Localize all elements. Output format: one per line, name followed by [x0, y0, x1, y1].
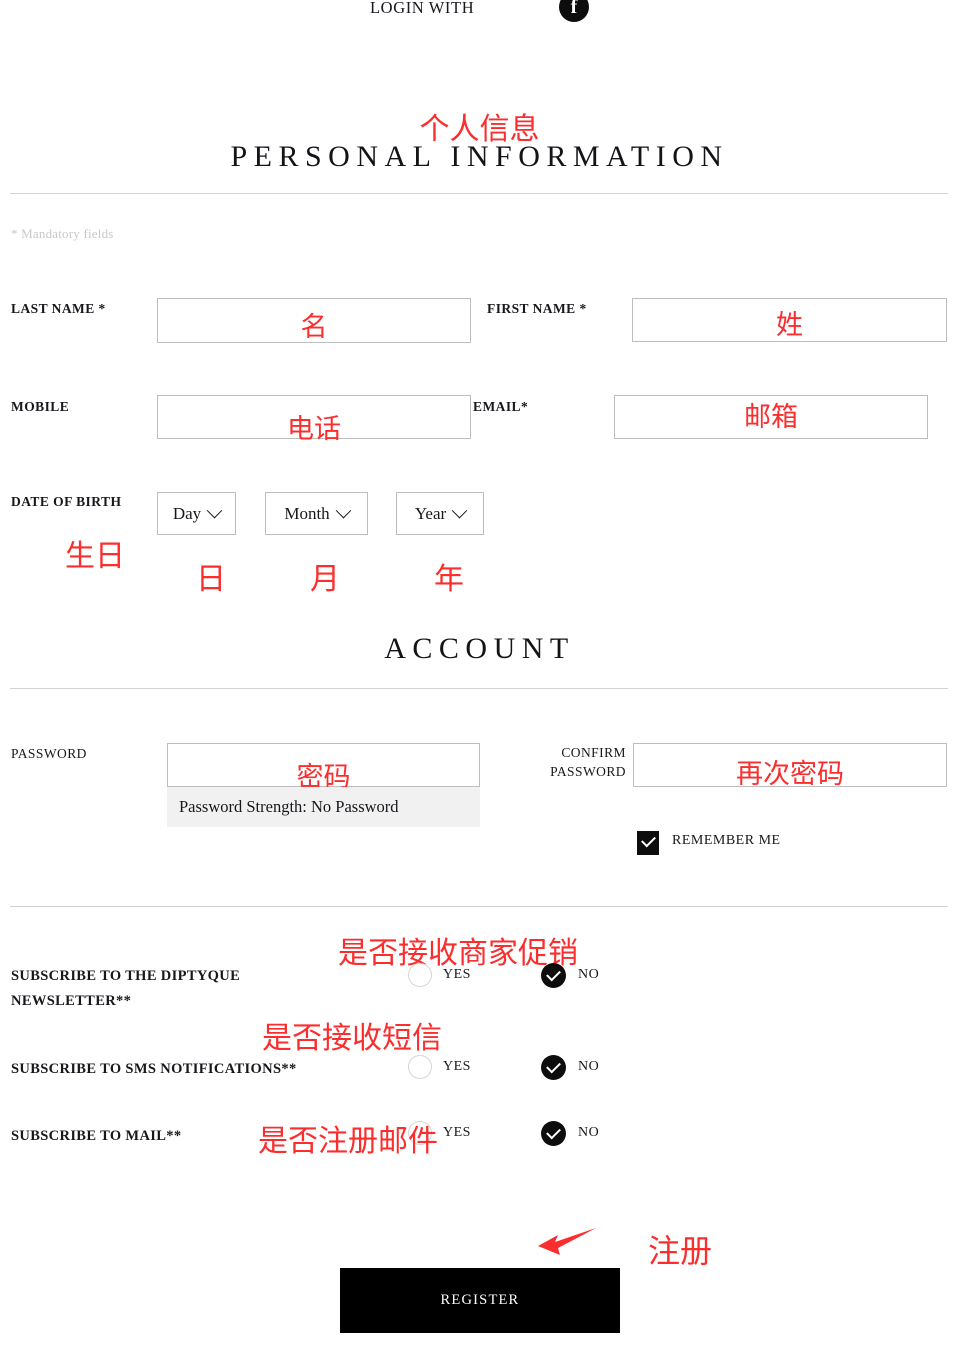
annotation-date-of-birth: 生日 — [65, 531, 125, 575]
mail-yes-label: YES — [443, 1125, 471, 1141]
login-with-row: LOGIN WITH f — [0, 0, 959, 30]
mail-no-radio[interactable] — [541, 1121, 566, 1146]
remember-me-label: REMEMBER ME — [672, 833, 781, 849]
checkmark-icon — [546, 1059, 561, 1074]
annotation-day: 日 — [196, 554, 226, 598]
facebook-glyph: f — [559, 0, 589, 20]
email-label: EMAIL* — [473, 399, 528, 415]
mandatory-fields-note: * Mandatory fields — [11, 226, 114, 242]
mobile-label: MOBILE — [11, 399, 69, 415]
annotation-year: 年 — [434, 554, 464, 598]
divider-subscriptions — [10, 906, 948, 907]
first-name-input[interactable] — [632, 298, 947, 342]
divider-personal — [10, 193, 948, 194]
confirm-password-label: CONFIRM PASSWORD — [520, 743, 626, 781]
mail-no-label: NO — [578, 1125, 599, 1141]
day-select-value: Day — [173, 504, 201, 524]
chevron-down-icon — [452, 503, 468, 519]
last-name-label: LAST NAME * — [11, 301, 106, 317]
mobile-input[interactable] — [157, 395, 471, 439]
year-select[interactable]: Year — [396, 492, 484, 535]
first-name-label: FIRST NAME * — [487, 301, 587, 317]
confirm-password-input[interactable] — [633, 743, 947, 787]
annotation-month: 月 — [310, 554, 340, 598]
password-input[interactable] — [167, 743, 480, 787]
facebook-icon[interactable]: f — [559, 0, 589, 22]
register-button[interactable]: REGISTER — [340, 1268, 620, 1333]
sms-no-radio[interactable] — [541, 1055, 566, 1080]
year-select-value: Year — [415, 504, 446, 524]
month-select[interactable]: Month — [265, 492, 368, 535]
login-with-label: LOGIN WITH — [370, 0, 474, 18]
pointer-arrow-icon — [538, 1228, 598, 1260]
checkmark-icon — [546, 1125, 561, 1140]
remember-me-checkbox[interactable] — [637, 831, 659, 855]
annotation-sms: 是否接收短信 — [262, 1013, 442, 1057]
annotation-register: 注册 — [648, 1226, 712, 1272]
month-select-value: Month — [284, 504, 329, 524]
divider-account — [10, 688, 948, 689]
password-strength-indicator: Password Strength: No Password — [167, 787, 480, 827]
account-section-title: ACCOUNT — [0, 632, 959, 666]
checkmark-icon — [641, 833, 656, 848]
registration-page: LOGIN WITH f 个人信息 PERSONAL INFORMATION *… — [0, 0, 959, 1347]
newsletter-yes-label: YES — [443, 967, 471, 983]
checkmark-icon — [546, 967, 561, 982]
day-select[interactable]: Day — [157, 492, 236, 535]
sms-no-label: NO — [578, 1059, 599, 1075]
subscribe-sms-label: SUBSCRIBE TO SMS NOTIFICATIONS** — [11, 1057, 391, 1082]
subscribe-newsletter-label: SUBSCRIBE TO THE DIPTYQUE NEWSLETTER** — [11, 964, 341, 1014]
newsletter-no-label: NO — [578, 967, 599, 983]
annotation-mail: 是否注册邮件 — [258, 1116, 438, 1160]
newsletter-yes-radio[interactable] — [408, 963, 432, 987]
last-name-input[interactable] — [157, 298, 471, 343]
date-of-birth-label: DATE OF BIRTH — [11, 494, 121, 510]
newsletter-no-radio[interactable] — [541, 963, 566, 988]
chevron-down-icon — [207, 503, 223, 519]
sms-yes-label: YES — [443, 1059, 471, 1075]
sms-yes-radio[interactable] — [408, 1055, 432, 1079]
email-input[interactable] — [614, 395, 928, 439]
page-title: PERSONAL INFORMATION — [0, 140, 959, 174]
annotation-newsletter: 是否接收商家促销 — [338, 928, 578, 972]
password-label: PASSWORD — [11, 746, 87, 762]
chevron-down-icon — [335, 503, 351, 519]
